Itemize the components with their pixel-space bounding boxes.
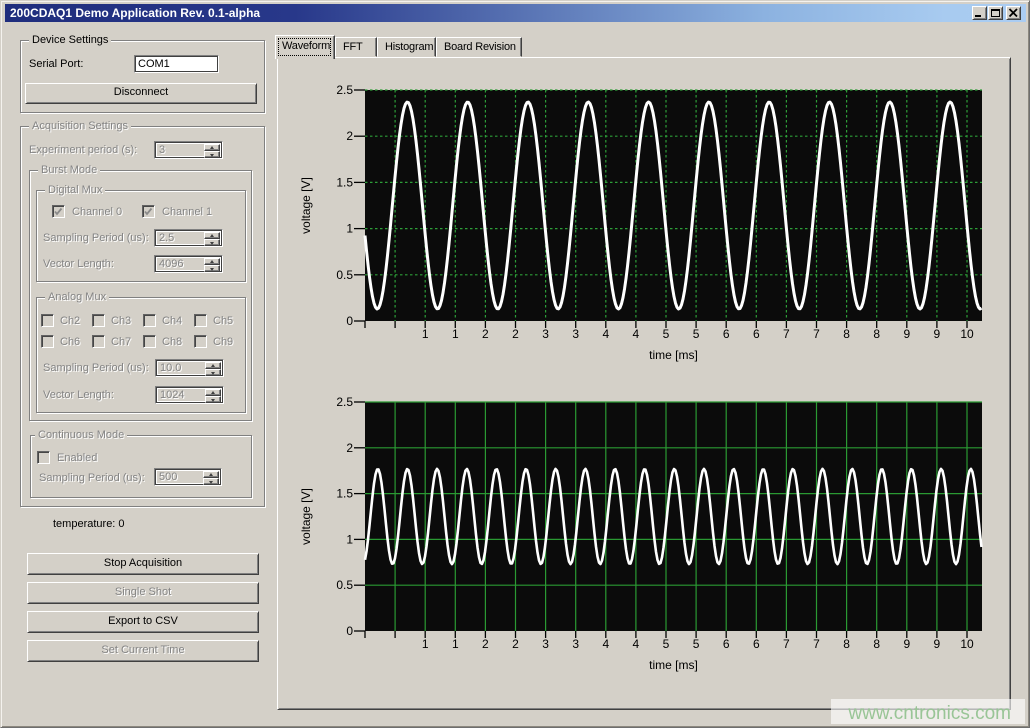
svg-text:0: 0 [346,314,353,328]
svg-text:time [ms]: time [ms] [649,658,698,672]
svg-text:2.5: 2.5 [336,83,353,97]
svg-text:0.5: 0.5 [336,268,353,282]
svg-text:1: 1 [452,327,459,341]
svg-text:4: 4 [633,637,640,651]
svg-text:5: 5 [693,637,700,651]
svg-text:10: 10 [960,327,974,341]
svg-text:7: 7 [813,327,820,341]
svg-text:time [ms]: time [ms] [649,348,698,362]
svg-text:7: 7 [783,637,790,651]
svg-text:6: 6 [723,637,730,651]
svg-text:1: 1 [346,222,353,236]
svg-text:9: 9 [903,327,910,341]
svg-text:4: 4 [602,637,609,651]
svg-text:8: 8 [843,637,850,651]
svg-text:voltage [V]: voltage [V] [299,488,313,545]
svg-text:6: 6 [753,637,760,651]
svg-text:1: 1 [422,637,429,651]
svg-text:2: 2 [482,637,489,651]
svg-text:1: 1 [422,327,429,341]
svg-text:5: 5 [663,637,670,651]
svg-text:1.5: 1.5 [336,175,353,189]
svg-text:2.5: 2.5 [336,395,353,409]
svg-text:2: 2 [346,441,353,455]
svg-text:5: 5 [663,327,670,341]
svg-text:8: 8 [873,637,880,651]
svg-text:9: 9 [934,637,941,651]
svg-text:4: 4 [633,327,640,341]
svg-text:2: 2 [346,129,353,143]
svg-text:7: 7 [783,327,790,341]
svg-text:10: 10 [960,637,974,651]
svg-text:1: 1 [346,532,353,546]
svg-text:6: 6 [723,327,730,341]
svg-text:9: 9 [903,637,910,651]
svg-text:8: 8 [873,327,880,341]
svg-text:6: 6 [753,327,760,341]
svg-text:1.5: 1.5 [336,487,353,501]
svg-text:3: 3 [572,637,579,651]
svg-text:2: 2 [512,637,519,651]
svg-text:1: 1 [452,637,459,651]
svg-text:0.5: 0.5 [336,578,353,592]
svg-text:3: 3 [572,327,579,341]
svg-text:voltage [V]: voltage [V] [299,177,313,234]
svg-text:5: 5 [693,327,700,341]
svg-text:9: 9 [934,327,941,341]
svg-text:0: 0 [346,624,353,638]
svg-text:2: 2 [482,327,489,341]
svg-text:3: 3 [542,637,549,651]
svg-text:3: 3 [542,327,549,341]
svg-text:8: 8 [843,327,850,341]
svg-text:7: 7 [813,637,820,651]
svg-text:2: 2 [512,327,519,341]
svg-text:4: 4 [602,327,609,341]
